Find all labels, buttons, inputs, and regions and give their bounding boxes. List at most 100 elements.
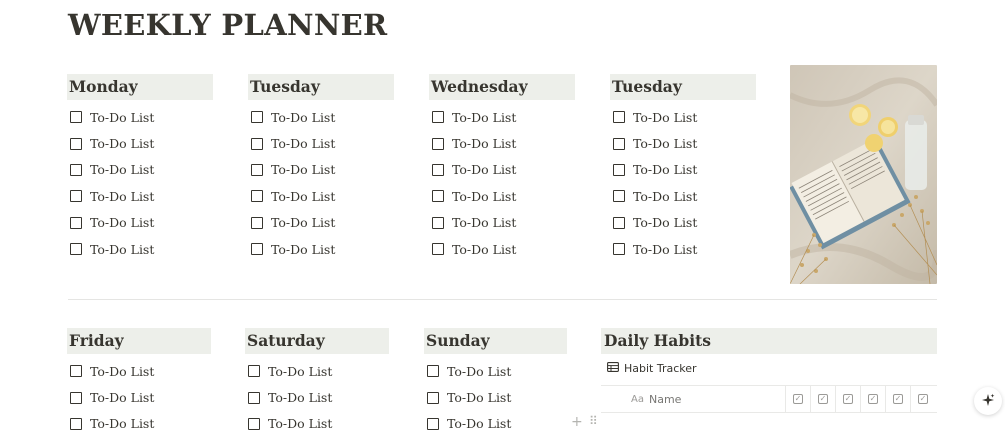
drag-handle-icon[interactable]: ⠿ (589, 414, 598, 428)
todo-item[interactable]: To-Do List (429, 157, 575, 183)
checkbox[interactable] (432, 111, 444, 124)
todo-label[interactable]: To-Do List (447, 364, 511, 379)
todo-item[interactable]: To-Do List (429, 104, 575, 130)
plus-icon[interactable]: + (571, 414, 583, 430)
todo-item[interactable]: To-Do List (610, 183, 756, 209)
todo-label[interactable]: To-Do List (90, 110, 154, 125)
checkbox-column-header[interactable]: ✓ (910, 386, 935, 412)
todo-label[interactable]: To-Do List (271, 162, 335, 177)
checkbox[interactable] (432, 216, 444, 229)
todo-label[interactable]: To-Do List (452, 136, 516, 151)
todo-item[interactable]: To-Do List (429, 183, 575, 209)
todo-label[interactable]: To-Do List (271, 215, 335, 230)
todo-label[interactable]: To-Do List (268, 364, 332, 379)
name-column-header[interactable]: Aa Name (601, 386, 785, 412)
checkbox[interactable] (251, 190, 263, 203)
todo-item[interactable]: To-Do List (67, 130, 213, 156)
todo-label[interactable]: To-Do List (452, 215, 516, 230)
todo-label[interactable]: To-Do List (633, 189, 697, 204)
todo-label[interactable]: To-Do List (268, 416, 332, 431)
todo-item[interactable]: To-Do List (245, 384, 389, 410)
checkbox[interactable] (248, 391, 260, 404)
todo-item[interactable]: To-Do List (610, 236, 756, 262)
todo-label[interactable]: To-Do List (90, 189, 154, 204)
todo-item[interactable]: To-Do List (248, 104, 394, 130)
todo-label[interactable]: To-Do List (447, 416, 511, 431)
todo-item[interactable]: To-Do List (67, 104, 213, 130)
todo-label[interactable]: To-Do List (90, 390, 154, 405)
todo-label[interactable]: To-Do List (90, 416, 154, 431)
checkbox[interactable] (70, 111, 82, 124)
todo-item[interactable]: To-Do List (610, 157, 756, 183)
todo-item[interactable]: To-Do List (67, 210, 213, 236)
ai-assistant-button[interactable] (974, 387, 1002, 415)
todo-label[interactable]: To-Do List (90, 136, 154, 151)
checkbox[interactable] (432, 163, 444, 176)
todo-item[interactable]: To-Do List (67, 384, 211, 410)
todo-item[interactable]: To-Do List (610, 210, 756, 236)
checkbox[interactable] (70, 163, 82, 176)
todo-item[interactable]: To-Do List (67, 157, 213, 183)
todo-label[interactable]: To-Do List (90, 364, 154, 379)
checkbox[interactable] (427, 417, 439, 430)
todo-item[interactable]: To-Do List (248, 130, 394, 156)
checkbox[interactable] (613, 163, 625, 176)
todo-item[interactable]: To-Do List (67, 358, 211, 384)
checkbox[interactable] (432, 137, 444, 150)
todo-label[interactable]: To-Do List (633, 110, 697, 125)
checkbox[interactable] (613, 243, 625, 256)
todo-item[interactable]: To-Do List (424, 384, 567, 410)
todo-label[interactable]: To-Do List (447, 390, 511, 405)
checkbox[interactable] (427, 391, 439, 404)
todo-label[interactable]: To-Do List (90, 215, 154, 230)
todo-item[interactable]: To-Do List (248, 183, 394, 209)
checkbox-column-header[interactable]: ✓ (860, 386, 885, 412)
todo-label[interactable]: To-Do List (633, 162, 697, 177)
checkbox[interactable] (613, 137, 625, 150)
todo-label[interactable]: To-Do List (633, 136, 697, 151)
todo-label[interactable]: To-Do List (452, 162, 516, 177)
todo-item[interactable]: To-Do List (429, 210, 575, 236)
todo-label[interactable]: To-Do List (633, 242, 697, 257)
todo-item[interactable]: To-Do List (67, 183, 213, 209)
todo-item[interactable]: To-Do List (429, 130, 575, 156)
checkbox-column-header[interactable]: ✓ (785, 386, 810, 412)
todo-label[interactable]: To-Do List (452, 189, 516, 204)
todo-label[interactable]: To-Do List (271, 189, 335, 204)
habit-tracker-link[interactable]: Habit Tracker (607, 362, 697, 375)
todo-label[interactable]: To-Do List (90, 242, 154, 257)
checkbox[interactable] (432, 243, 444, 256)
todo-label[interactable]: To-Do List (271, 136, 335, 151)
checkbox[interactable] (613, 216, 625, 229)
checkbox[interactable] (248, 365, 260, 378)
todo-item[interactable]: To-Do List (67, 411, 211, 437)
todo-label[interactable]: To-Do List (268, 390, 332, 405)
todo-item[interactable]: To-Do List (424, 411, 567, 437)
checkbox[interactable] (70, 243, 82, 256)
checkbox[interactable] (251, 163, 263, 176)
checkbox[interactable] (70, 417, 82, 430)
todo-label[interactable]: To-Do List (90, 162, 154, 177)
checkbox[interactable] (613, 111, 625, 124)
checkbox[interactable] (248, 417, 260, 430)
todo-item[interactable]: To-Do List (248, 157, 394, 183)
checkbox[interactable] (427, 365, 439, 378)
checkbox[interactable] (70, 216, 82, 229)
todo-label[interactable]: To-Do List (271, 110, 335, 125)
checkbox[interactable] (70, 391, 82, 404)
todo-item[interactable]: To-Do List (424, 358, 567, 384)
todo-label[interactable]: To-Do List (271, 242, 335, 257)
checkbox-column-header[interactable]: ✓ (885, 386, 910, 412)
checkbox[interactable] (70, 190, 82, 203)
todo-label[interactable]: To-Do List (452, 242, 516, 257)
checkbox[interactable] (251, 111, 263, 124)
checkbox-column-header[interactable]: ✓ (810, 386, 835, 412)
habit-tracker-title[interactable]: Habit Tracker (624, 362, 697, 375)
checkbox[interactable] (251, 243, 263, 256)
todo-item[interactable]: To-Do List (429, 236, 575, 262)
checkbox-column-header[interactable]: ✓ (835, 386, 860, 412)
todo-item[interactable]: To-Do List (610, 130, 756, 156)
checkbox[interactable] (70, 365, 82, 378)
todo-label[interactable]: To-Do List (633, 215, 697, 230)
todo-label[interactable]: To-Do List (452, 110, 516, 125)
